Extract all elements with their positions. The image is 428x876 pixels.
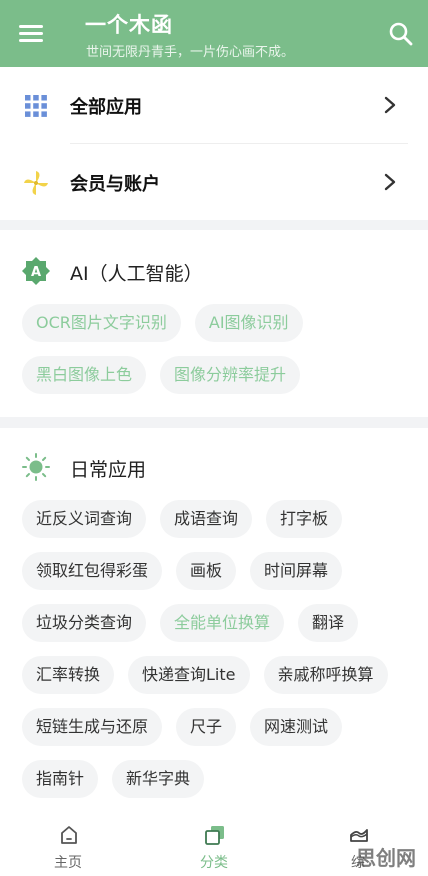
app-chip[interactable]: 亲戚称呼换算 [263, 656, 388, 694]
site-watermark: 思创网 [356, 846, 416, 870]
nav-home[interactable]: 主页 [18, 810, 118, 876]
app-chip[interactable]: 网速测试 [250, 708, 343, 746]
nav-home-label: 主页 [54, 855, 82, 871]
app-title: 一个木函 [85, 13, 173, 37]
app-subtitle: 世间无限丹青手，一片伤心画不成。 [86, 45, 295, 60]
app-chip[interactable]: AI图像识别 [194, 304, 303, 342]
app-header: 一个木函 世间无限丹青手，一片伤心画不成。 [0, 0, 428, 67]
app-chip[interactable]: 指南针 [22, 760, 99, 798]
app-chip[interactable]: 短链生成与还原 [22, 708, 163, 746]
app-chip[interactable]: 尺子 [176, 708, 237, 746]
menu-icon[interactable] [19, 21, 45, 43]
app-chip[interactable]: OCR图片文字识别 [22, 304, 181, 342]
daily-chip-list: 近反义词查询 成语查询 打字板领取红包得彩蛋 画板 时间屏幕垃圾分类查询 全能单位换算 翻译… [22, 500, 417, 798]
pinwheel-icon [24, 171, 48, 195]
app-chip[interactable]: 时间屏幕 [250, 552, 343, 590]
daily-section-title: 日常应用 [70, 459, 147, 481]
app-chip[interactable]: 领取红包得彩蛋 [22, 552, 163, 590]
ai-badge-icon: A [22, 257, 50, 285]
ai-chip-list: OCR图片文字识别 AI图像识别黑白图像上色 图像分辨率提升 [22, 304, 417, 394]
app-chip[interactable]: 近反义词查询 [22, 500, 147, 538]
app-chip[interactable]: 画板 [176, 552, 237, 590]
app-chip[interactable]: 黑白图像上色 [22, 356, 147, 394]
app-chip[interactable]: 垃圾分类查询 [22, 604, 147, 642]
nav-category-label: 分类 [200, 855, 228, 871]
app-chip[interactable]: 翻译 [298, 604, 359, 642]
category-icon [205, 826, 224, 845]
app-chip[interactable]: 打字板 [266, 500, 343, 538]
chevron-right-icon [384, 173, 396, 191]
app-chip[interactable]: 全能单位换算 [160, 604, 285, 642]
app-chip[interactable]: 成语查询 [160, 500, 253, 538]
daily-section: 日常应用 近反义词查询 成语查询 打字板领取红包得彩蛋 画板 时间屏幕垃圾分类查询 全能单… [0, 428, 428, 810]
nav-category[interactable]: 分类 [164, 810, 264, 876]
membership-row[interactable]: 会员与账户 [0, 144, 428, 220]
sun-icon [22, 453, 50, 481]
membership-label: 会员与账户 [70, 174, 160, 195]
app-chip[interactable]: 快递查询Lite [128, 656, 250, 694]
app-chip[interactable]: 图像分辨率提升 [160, 356, 301, 394]
grid-icon [25, 95, 47, 117]
app-chip[interactable]: 汇率转换 [22, 656, 115, 694]
chevron-right-icon [384, 96, 396, 114]
all-apps-label: 全部应用 [70, 97, 142, 118]
home-icon [61, 826, 77, 844]
all-apps-row[interactable]: 全部应用 [0, 67, 428, 143]
svg-text:A: A [31, 265, 41, 280]
search-icon[interactable] [386, 19, 416, 49]
app-chip[interactable]: 新华字典 [112, 760, 205, 798]
ai-section: A AI（人工智能） OCR图片文字识别 AI图像识别黑白图像上色 图像分辨率提升 [0, 230, 428, 417]
ai-section-title: AI（人工智能） [70, 263, 203, 285]
menu-card: 全部应用 会员与账户 [0, 67, 428, 220]
